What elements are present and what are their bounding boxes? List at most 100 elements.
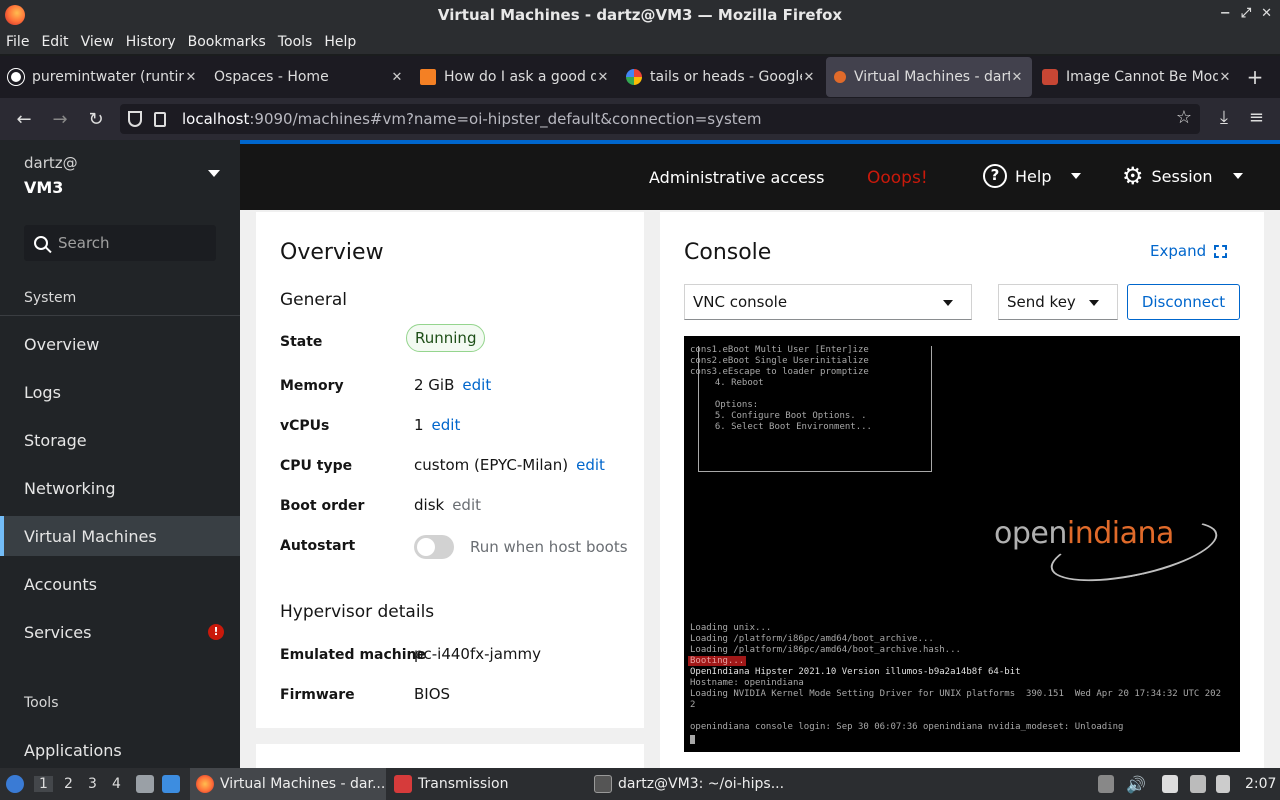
console-line: Loading /platform/i86pc/amd64/boot_archi…	[690, 645, 961, 655]
sidebar-item-logs[interactable]: Logs	[0, 372, 240, 412]
display-tray-icon[interactable]	[1190, 768, 1212, 800]
ooops-button[interactable]: Ooops!	[867, 168, 928, 188]
download-icon[interactable]: ⤓	[1220, 107, 1228, 128]
disconnect-button[interactable]: Disconnect	[1127, 284, 1240, 320]
back-icon[interactable]: ←	[6, 109, 42, 130]
expand-button[interactable]: Expand	[1150, 242, 1228, 260]
start-menu-icon[interactable]	[6, 768, 24, 800]
tab-close-icon[interactable]: ✕	[802, 70, 816, 85]
taskbar-app-firefox[interactable]: Virtual Machines - dar...	[190, 768, 386, 800]
oracle-icon	[1042, 69, 1058, 85]
minimize-button[interactable]: −	[1220, 6, 1231, 21]
console-line: cons2.eBoot Single Userinitialize	[690, 356, 869, 366]
expand-icon	[1214, 244, 1228, 258]
memory-edit-link[interactable]: edit	[462, 376, 491, 394]
console-line: cons3.eEscape to loader promptize	[690, 367, 869, 377]
close-window-button[interactable]: ✕	[1261, 6, 1272, 21]
firefox-icon	[196, 775, 214, 793]
forward-icon[interactable]: →	[42, 109, 78, 130]
emulated-machine-label: Emulated machine	[280, 647, 427, 663]
sidebar-item-networking[interactable]: Networking	[0, 468, 240, 508]
autostart-toggle[interactable]	[414, 535, 454, 559]
hamburger-menu-icon[interactable]: ≡	[1249, 107, 1264, 128]
clipboard-tray-icon[interactable]	[1162, 768, 1184, 800]
new-tab-button[interactable]: +	[1240, 65, 1270, 89]
updates-tray-icon[interactable]	[1098, 768, 1120, 800]
send-key-dropdown[interactable]: Send key	[998, 284, 1118, 320]
tab-bar: puremintwater (runtim ✕ Ospaces - Home ✕…	[0, 56, 1280, 98]
clock[interactable]: 2:07	[1245, 768, 1276, 800]
cpu-type-label: CPU type	[280, 458, 353, 474]
console-line: 4. Reboot	[704, 378, 764, 388]
search-input[interactable]: Search	[24, 225, 216, 261]
tab-close-icon[interactable]: ✕	[390, 70, 404, 85]
workspace-2[interactable]: 2	[64, 776, 73, 792]
session-menu[interactable]: ⚙ Session	[1122, 164, 1243, 188]
vcpus-value: 1 edit	[414, 416, 461, 434]
workspace-4[interactable]: 4	[112, 776, 121, 792]
maximize-button[interactable]: ⤢	[1241, 6, 1251, 21]
sidebar-item-storage[interactable]: Storage	[0, 420, 240, 460]
files-icon[interactable]	[136, 768, 160, 800]
tab-close-icon[interactable]: ✕	[596, 70, 610, 85]
workspace-1[interactable]: 1	[34, 776, 53, 792]
chevron-down-icon	[1071, 173, 1082, 179]
cpu-type-edit-link[interactable]: edit	[576, 456, 605, 474]
menu-file[interactable]: File	[0, 34, 35, 50]
tab-close-icon[interactable]: ✕	[184, 70, 198, 85]
console-type-select[interactable]: VNC console	[684, 284, 972, 320]
menu-view[interactable]: View	[75, 34, 120, 50]
shield-icon[interactable]	[128, 111, 142, 127]
menu-edit[interactable]: Edit	[35, 34, 74, 50]
sidebar-item-accounts[interactable]: Accounts	[0, 564, 240, 604]
menu-help[interactable]: Help	[318, 34, 362, 50]
next-card	[256, 744, 644, 768]
menu-tools[interactable]: Tools	[272, 34, 319, 50]
page-icon[interactable]	[154, 111, 166, 127]
volume-tray-icon[interactable]: 🔊	[1126, 768, 1146, 800]
sidebar-item-virtual-machines[interactable]: Virtual Machines	[0, 516, 240, 556]
host-switcher-caret-icon[interactable]	[208, 170, 220, 177]
host-user: dartz@	[24, 154, 78, 172]
tab-stackoverflow[interactable]: How do I ask a good q ✕	[412, 57, 618, 97]
console-card: Console Expand VNC console Send key Disc…	[660, 212, 1264, 768]
memory-value: 2 GiB edit	[414, 376, 492, 394]
sidebar-item-applications[interactable]: Applications	[0, 730, 240, 770]
console-line: openindiana console login: Sep 30 06:07:…	[690, 722, 1124, 732]
reload-icon[interactable]: ↻	[78, 109, 114, 130]
power-tray-icon[interactable]	[1216, 768, 1236, 800]
vnc-screen[interactable]: cons1.eBoot Multi User [Enter]ize cons2.…	[684, 336, 1240, 752]
url-host: localhost	[182, 110, 250, 128]
tab-github[interactable]: puremintwater (runtim ✕	[0, 57, 206, 97]
firmware-value: BIOS	[414, 685, 451, 703]
url-bar[interactable]: localhost :9090/machines#vm?name=oi-hips…	[120, 104, 1200, 134]
menu-bookmarks[interactable]: Bookmarks	[182, 34, 272, 50]
vcpus-edit-link[interactable]: edit	[432, 416, 461, 434]
console-line: OpenIndiana Hipster 2021.10 Version illu…	[690, 667, 1021, 677]
console-line: 2	[690, 700, 696, 710]
tab-virtual-machines[interactable]: Virtual Machines - dart ✕	[826, 57, 1032, 97]
menu-history[interactable]: History	[120, 34, 182, 50]
bookmark-star-icon[interactable]: ☆	[1176, 107, 1192, 128]
hypervisor-heading: Hypervisor details	[280, 602, 435, 622]
console-line: 6. Select Boot Environment...	[704, 422, 872, 432]
menu-bar: File Edit View History Bookmarks Tools H…	[0, 30, 1280, 54]
administrative-access-button[interactable]: Administrative access	[649, 168, 824, 187]
vcpus-label: vCPUs	[280, 418, 330, 434]
tab-close-icon[interactable]: ✕	[1218, 70, 1232, 85]
help-menu[interactable]: ? Help	[983, 164, 1082, 188]
tab-google[interactable]: tails or heads - Google ✕	[618, 57, 824, 97]
sidebar-item-services[interactable]: Services !	[0, 612, 240, 652]
taskbar-app-transmission[interactable]: Transmission	[394, 768, 508, 800]
terminal-icon	[594, 775, 612, 793]
window-title: Virtual Machines - dartz@VM3 — Mozilla F…	[437, 6, 843, 24]
workspace-3[interactable]: 3	[88, 776, 97, 792]
taskbar-app-terminal[interactable]: dartz@VM3: ~/oi-hips...	[594, 768, 784, 800]
tab-image-cannot[interactable]: Image Cannot Be Modi ✕	[1034, 57, 1240, 97]
tab-close-icon[interactable]: ✕	[1010, 70, 1024, 85]
boot-order-edit-link[interactable]: edit	[452, 496, 481, 514]
sidebar-item-overview[interactable]: Overview	[0, 324, 240, 364]
tab-ospaces[interactable]: Ospaces - Home ✕	[206, 57, 412, 97]
desktop-icon[interactable]	[162, 768, 186, 800]
console-line: Loading unix...	[690, 623, 772, 633]
